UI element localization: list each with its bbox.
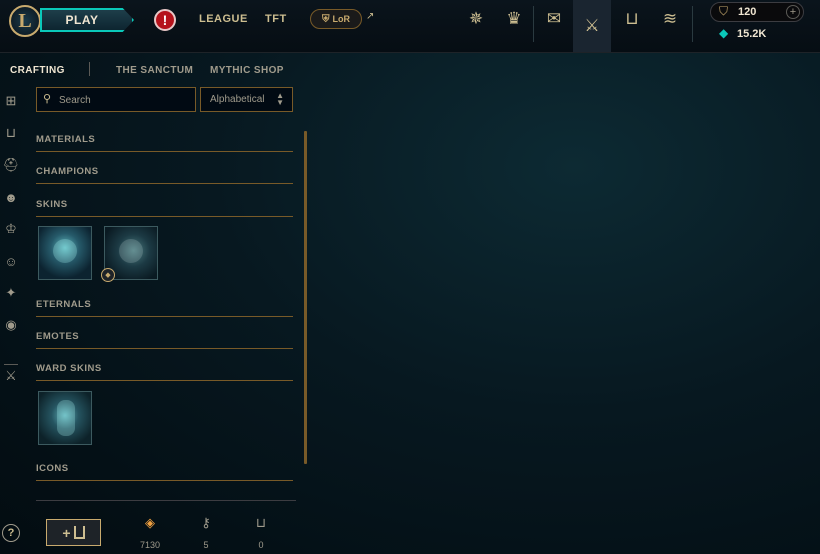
chest-count-icon: ⊔	[255, 515, 267, 530]
orange-essence-icon: ◈	[145, 515, 155, 530]
helmet-icon[interactable]: ⛑	[1, 155, 21, 175]
crown-icon[interactable]: ♔	[1, 219, 21, 239]
rarity-badge-icon: ◆	[101, 268, 115, 282]
chest-icon[interactable]: ⊔	[1, 123, 21, 143]
chest-count: 0	[258, 540, 264, 550]
category-eternals[interactable]: ETERNALS	[36, 299, 293, 317]
loot-list-scrollbar[interactable]	[304, 131, 307, 464]
alert-icon[interactable]: !	[154, 9, 176, 31]
coin-stack-icon[interactable]: ≋	[651, 0, 689, 38]
sort-arrows-icon: ▲ ▼	[276, 91, 284, 107]
riot-points-value: 120	[738, 6, 757, 18]
sort-selected-value: Alphabetical	[210, 94, 265, 105]
loot-filter-rail: ⊞ ⊔ ⛑ ☻ ♔ ☺ ✦ ◉ ⚔	[0, 86, 24, 554]
category-ward-skins[interactable]: WARD SKINS	[36, 363, 293, 381]
chest-icon	[73, 526, 85, 539]
skin-art	[119, 239, 143, 263]
category-champions[interactable]: CHAMPIONS	[36, 166, 293, 184]
open-chest-label: +	[62, 524, 71, 541]
compass-icon[interactable]: ✵	[457, 0, 495, 38]
trophy-icon[interactable]: ♛	[495, 0, 533, 38]
search-box[interactable]: ⚲	[36, 87, 196, 112]
grid-icon[interactable]: ⊞	[1, 91, 21, 111]
search-input[interactable]	[57, 91, 191, 110]
play-button[interactable]: PLAY	[40, 8, 134, 32]
crossed-swords-icon[interactable]: ⚔	[573, 0, 611, 52]
mailbox-icon[interactable]: ✉	[535, 0, 573, 38]
tab-the-sanctum[interactable]: THE SANCTUM	[116, 65, 193, 76]
lor-label: LoR	[332, 14, 351, 24]
category-icons[interactable]: ICONS	[36, 463, 293, 481]
divider	[692, 6, 693, 42]
orange-essence-value: 7130	[139, 540, 161, 550]
open-chest-button[interactable]: +	[46, 519, 101, 546]
lor-logo-icon: ⛨	[322, 13, 330, 25]
blue-essence-icon: ◆	[719, 26, 729, 40]
ward-icon[interactable]: ✦	[1, 283, 21, 303]
lor-button[interactable]: ⛨ LoR	[310, 9, 362, 29]
sort-dropdown[interactable]: Alphabetical ▲ ▼	[200, 87, 293, 112]
search-icon: ⚲	[43, 93, 52, 105]
riot-points-icon: ⛉	[719, 4, 729, 18]
loot-chest-icon[interactable]: ⊔	[613, 0, 651, 38]
emote-icon[interactable]: ☺	[1, 251, 21, 271]
rail-divider	[4, 364, 18, 365]
tab-mythic-shop[interactable]: MYTHIC SHOP	[210, 65, 284, 76]
top-nav-bar: L PLAY ! LEAGUE TFT ⛨ LoR ↗ ✵ ♛ ✉ ⚔ ⊔ ≋ …	[0, 0, 820, 53]
help-button[interactable]: ?	[2, 524, 20, 542]
tab-divider	[89, 62, 90, 76]
riot-points-display[interactable]: ⛉ 120 +	[710, 2, 804, 22]
loot-item-ward-skin[interactable]	[38, 391, 92, 445]
category-materials[interactable]: MATERIALS	[36, 134, 293, 152]
profile-icon[interactable]: ◉	[1, 315, 21, 335]
buy-rp-button[interactable]: +	[786, 5, 800, 19]
key-count: 5	[203, 540, 209, 550]
loot-item-skin[interactable]	[38, 226, 92, 280]
external-link-icon[interactable]: ↗	[366, 11, 374, 22]
league-logo-icon[interactable]: L	[9, 5, 41, 37]
tab-crafting[interactable]: CRAFTING	[10, 65, 65, 76]
footer-divider	[36, 500, 296, 501]
divider	[533, 6, 534, 42]
category-skins[interactable]: SKINS	[36, 199, 293, 217]
key-icon: ⚷	[201, 515, 211, 530]
nav-link-league[interactable]: LEAGUE	[199, 13, 248, 25]
mask-icon[interactable]: ☻	[1, 187, 21, 207]
nav-link-tft[interactable]: TFT	[265, 13, 287, 25]
swords-icon[interactable]: ⚔	[1, 366, 21, 386]
category-emotes[interactable]: EMOTES	[36, 331, 293, 349]
ward-art	[57, 400, 75, 436]
blue-essence-value: 15.2K	[737, 28, 767, 40]
skin-art	[53, 239, 77, 263]
